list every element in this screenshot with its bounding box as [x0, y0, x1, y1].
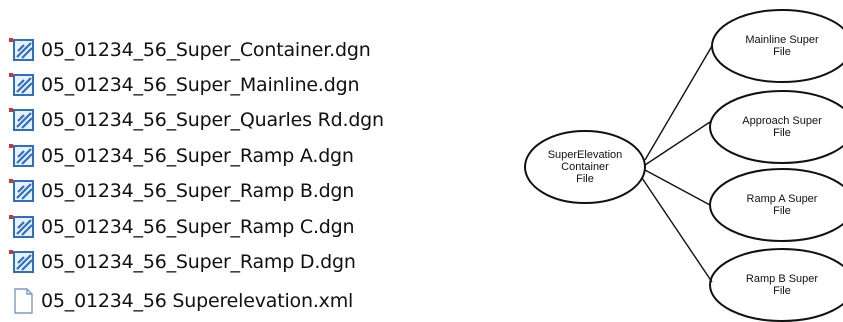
child-node-label: Ramp A Super File	[746, 193, 818, 217]
connector-line	[644, 169, 711, 206]
microstation-dgn-icon	[9, 215, 34, 238]
file-name: 05_01234_56_Super_Ramp C.dgn	[41, 216, 355, 238]
file-name: 05_01234_56_Super_Ramp B.dgn	[41, 180, 355, 202]
file-row[interactable]: 05_01234_56_Super_Ramp B.dgn	[8, 176, 354, 206]
file-name: 05_01234_56_Super_Quarles Rd.dgn	[41, 109, 384, 131]
file-name: 05_01234_56 Superelevation.xml	[41, 290, 354, 312]
child-node-label: Mainline Super File	[745, 34, 819, 58]
file-name: 05_01234_56_Super_Ramp A.dgn	[41, 145, 354, 167]
file-row[interactable]: 05_01234_56_Super_Ramp C.dgn	[8, 212, 355, 242]
file-row[interactable]: 05_01234_56_Super_Quarles Rd.dgn	[8, 105, 384, 135]
file-row[interactable]: 05_01234_56_Super_Mainline.dgn	[8, 70, 360, 100]
connector-line	[641, 177, 713, 283]
file-name: 05_01234_56_Super_Container.dgn	[41, 39, 371, 61]
file-name: 05_01234_56_Super_Mainline.dgn	[41, 74, 360, 96]
file-list: 05_01234_56_Super_Container.dgn 05_01234…	[0, 0, 450, 322]
microstation-dgn-icon	[9, 108, 34, 131]
file-row[interactable]: 05_01234_56_Super_Ramp A.dgn	[8, 141, 354, 171]
microstation-dgn-icon	[9, 144, 34, 167]
microstation-dgn-icon	[9, 38, 34, 61]
child-node-label: Ramp B Super File	[745, 273, 819, 297]
file-row[interactable]: 05_01234_56_Super_Ramp D.dgn	[8, 247, 356, 277]
microstation-dgn-icon	[9, 179, 34, 202]
superelevation-diagram: SuperElevation Container File Mainline S…	[500, 0, 843, 322]
microstation-dgn-icon	[9, 73, 34, 96]
file-row[interactable]: 05_01234_56 Superelevation.xml	[8, 286, 353, 316]
file-name: 05_01234_56_Super_Ramp D.dgn	[41, 251, 356, 273]
root-node-label: SuperElevation Container File	[547, 149, 623, 185]
blank-document-icon	[14, 288, 33, 314]
child-node-label: Approach Super File	[742, 115, 822, 139]
file-row[interactable]: 05_01234_56_Super_Container.dgn	[8, 35, 371, 65]
microstation-dgn-icon	[9, 250, 34, 273]
